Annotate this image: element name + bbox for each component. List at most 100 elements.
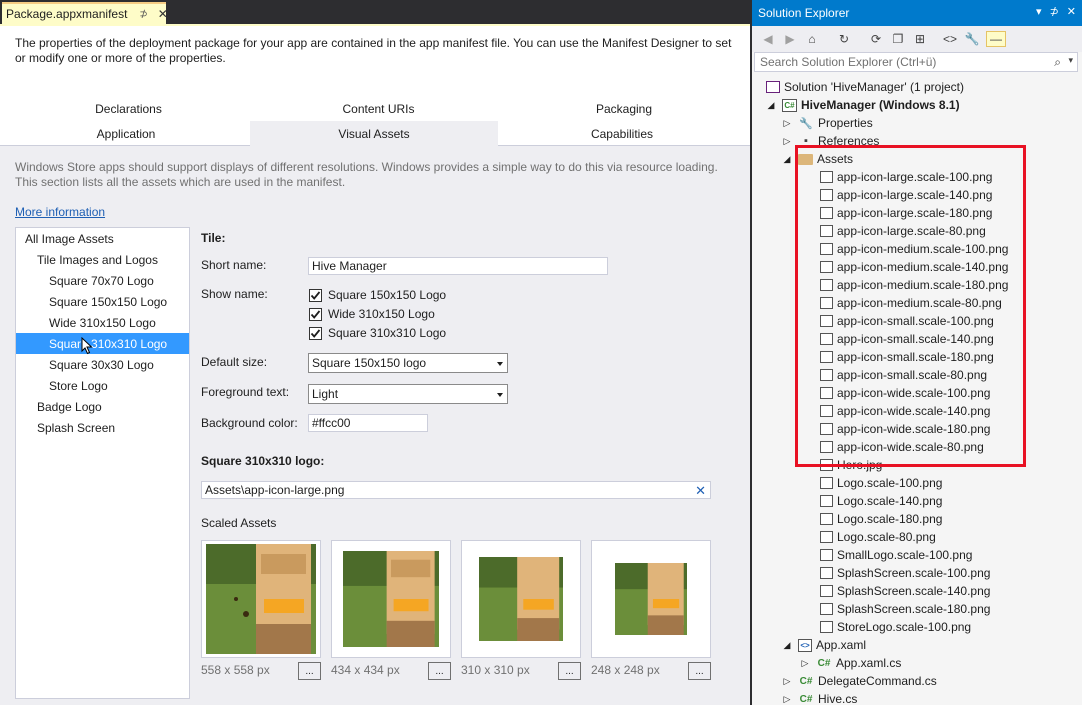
scaled-asset-thumbnail[interactable] [201, 540, 321, 658]
collapsed-arrow-icon[interactable]: ▷ [800, 658, 810, 669]
asset-item-wide-310[interactable]: Wide 310x150 Logo [16, 312, 189, 333]
clear-icon[interactable]: ✕ [695, 483, 706, 499]
show-name-checkbox-square-150[interactable]: Square 150x150 Logo [309, 287, 446, 303]
tree-item-asset-file[interactable]: app-icon-medium.scale-100.png [820, 240, 1008, 258]
tab-packaging[interactable]: Packaging [500, 96, 748, 121]
back-icon[interactable]: ◀ [760, 31, 776, 47]
tree-item-asset-file[interactable]: app-icon-small.scale-180.png [820, 348, 994, 366]
tree-item-assets-folder[interactable]: ◢ Assets [782, 150, 853, 168]
tree-item-asset-file[interactable]: app-icon-medium.scale-80.png [820, 294, 1002, 312]
scaled-asset-thumbnail[interactable] [591, 540, 711, 658]
image-file-icon [820, 441, 833, 453]
short-name-input[interactable]: Hive Manager [308, 257, 608, 275]
asset-item-square-30[interactable]: Square 30x30 Logo [16, 354, 189, 375]
tree-item-asset-file[interactable]: app-icon-large.scale-140.png [820, 186, 992, 204]
tree-item-asset-file[interactable]: SplashScreen.scale-100.png [820, 564, 990, 582]
asset-item-badge-logo[interactable]: Badge Logo [16, 396, 189, 417]
tree-item-asset-file[interactable]: app-icon-small.scale-80.png [820, 366, 987, 384]
tree-item-asset-file[interactable]: app-icon-wide.scale-100.png [820, 384, 990, 402]
browse-button[interactable]: ... [298, 662, 321, 680]
home-icon[interactable]: ⌂ [804, 31, 820, 47]
show-all-files-icon[interactable]: ⊞ [912, 31, 928, 47]
tree-item-asset-file[interactable]: SmallLogo.scale-100.png [820, 546, 972, 564]
window-menu-icon[interactable]: ▾ [1036, 5, 1042, 18]
document-tab-package-manifest[interactable]: Package.appxmanifest ⊅ ✕ [2, 2, 168, 24]
tab-content-uris[interactable]: Content URIs [250, 96, 507, 121]
pin-icon[interactable]: ⊅ [1050, 5, 1059, 18]
tree-item-asset-file[interactable]: Logo.scale-180.png [820, 510, 942, 528]
close-icon[interactable]: ✕ [158, 7, 168, 21]
checkbox-checked-icon[interactable] [309, 307, 322, 321]
tree-item-asset-file[interactable]: app-icon-wide.scale-140.png [820, 402, 990, 420]
tree-item-app-xaml-cs[interactable]: ▷ C# App.xaml.cs [800, 654, 902, 672]
browse-button[interactable]: ... [558, 662, 581, 680]
search-icon[interactable]: ⌕ [1054, 55, 1061, 70]
tree-item-references[interactable]: ▷ ▪ References [782, 132, 880, 150]
logo-path-input[interactable]: Assets\app-icon-large.png ✕ [201, 481, 711, 499]
default-size-dropdown[interactable]: Square 150x150 logo [308, 353, 508, 373]
tree-item-asset-file[interactable]: Hero.jpg [820, 456, 882, 474]
show-name-checkbox-square-310[interactable]: Square 310x310 Logo [309, 325, 446, 341]
checkbox-checked-icon[interactable] [309, 288, 322, 302]
scaled-asset-thumbnail[interactable] [461, 540, 581, 658]
asset-item-square-150[interactable]: Square 150x150 Logo [16, 291, 189, 312]
tree-item-project[interactable]: ◢ C# HiveManager (Windows 8.1) [766, 96, 960, 114]
tree-item-asset-file[interactable]: app-icon-wide.scale-80.png [820, 438, 984, 456]
refresh-icon[interactable]: ⟳ [868, 31, 884, 47]
expanded-arrow-icon[interactable]: ◢ [782, 640, 792, 651]
tree-item-asset-file[interactable]: app-icon-wide.scale-180.png [820, 420, 990, 438]
tree-item-asset-file[interactable]: Logo.scale-80.png [820, 528, 936, 546]
tab-application[interactable]: Application [2, 121, 250, 146]
tree-item-app-xaml[interactable]: ◢ <> App.xaml [782, 636, 867, 654]
tree-item-asset-file[interactable]: SplashScreen.scale-180.png [820, 600, 990, 618]
tree-item-asset-file[interactable]: app-icon-medium.scale-140.png [820, 258, 1008, 276]
browse-button[interactable]: ... [428, 662, 451, 680]
collapsed-arrow-icon[interactable]: ▷ [782, 118, 792, 129]
asset-item-store-logo[interactable]: Store Logo [16, 375, 189, 396]
collapse-all-icon[interactable]: ❐ [890, 31, 906, 47]
tree-item-hive[interactable]: ▷ C# Hive.cs [782, 690, 858, 705]
browse-button[interactable]: ... [688, 662, 711, 680]
close-icon[interactable]: ✕ [1067, 5, 1076, 18]
tree-item-asset-file[interactable]: app-icon-small.scale-100.png [820, 312, 994, 330]
tree-item-asset-file[interactable]: app-icon-small.scale-140.png [820, 330, 994, 348]
properties-wrench-icon[interactable]: 🔧 [964, 31, 980, 47]
tree-item-asset-file[interactable]: StoreLogo.scale-100.png [820, 618, 971, 636]
chevron-down-icon[interactable]: ▾ [1068, 55, 1073, 66]
background-color-input[interactable]: #ffcc00 [308, 414, 428, 432]
tree-item-properties[interactable]: ▷ 🔧 Properties [782, 114, 873, 132]
expanded-arrow-icon[interactable]: ◢ [782, 154, 792, 165]
collapsed-arrow-icon[interactable]: ▷ [782, 694, 792, 705]
tab-visual-assets[interactable]: Visual Assets [250, 121, 498, 146]
tree-item-asset-file[interactable]: Logo.scale-100.png [820, 474, 942, 492]
sync-icon[interactable]: ↻ [836, 31, 852, 47]
more-information-link[interactable]: More information [15, 205, 105, 219]
tree-item-delegate-command[interactable]: ▷ C# DelegateCommand.cs [782, 672, 937, 690]
checkbox-checked-icon[interactable] [309, 326, 322, 340]
tree-item-asset-file[interactable]: Logo.scale-140.png [820, 492, 942, 510]
tree-item-solution[interactable]: Solution 'HiveManager' (1 project) [766, 78, 964, 96]
tab-declarations[interactable]: Declarations [0, 96, 257, 121]
asset-item-square-70[interactable]: Square 70x70 Logo [16, 270, 189, 291]
show-name-checkbox-wide-310[interactable]: Wide 310x150 Logo [309, 306, 435, 322]
tree-item-asset-file[interactable]: app-icon-medium.scale-180.png [820, 276, 1008, 294]
view-code-icon[interactable]: <> [942, 31, 958, 47]
tree-item-asset-file[interactable]: app-icon-large.scale-80.png [820, 222, 986, 240]
tree-item-asset-file[interactable]: SplashScreen.scale-140.png [820, 582, 990, 600]
solution-explorer-search-input[interactable]: Search Solution Explorer (Ctrl+ü) ⌕ ▾ [754, 52, 1078, 72]
scaled-asset-thumbnail[interactable] [331, 540, 451, 658]
forward-icon[interactable]: ▶ [782, 31, 798, 47]
tree-item-asset-file[interactable]: app-icon-large.scale-180.png [820, 204, 992, 222]
pin-icon[interactable]: ⊅ [139, 9, 147, 20]
asset-item-splash-screen[interactable]: Splash Screen [16, 417, 189, 438]
expanded-arrow-icon[interactable]: ◢ [766, 100, 776, 111]
asset-item-all-image-assets[interactable]: All Image Assets [16, 228, 189, 249]
tree-item-asset-file[interactable]: app-icon-large.scale-100.png [820, 168, 992, 186]
collapsed-arrow-icon[interactable]: ▷ [782, 136, 792, 147]
tab-capabilities[interactable]: Capabilities [498, 121, 746, 146]
preview-selected-icon[interactable]: — [986, 31, 1006, 47]
foreground-text-dropdown[interactable]: Light [308, 384, 508, 404]
asset-item-tile-images[interactable]: Tile Images and Logos [16, 249, 189, 270]
asset-item-square-310[interactable]: Square 310x310 Logo [16, 333, 189, 354]
collapsed-arrow-icon[interactable]: ▷ [782, 676, 792, 687]
